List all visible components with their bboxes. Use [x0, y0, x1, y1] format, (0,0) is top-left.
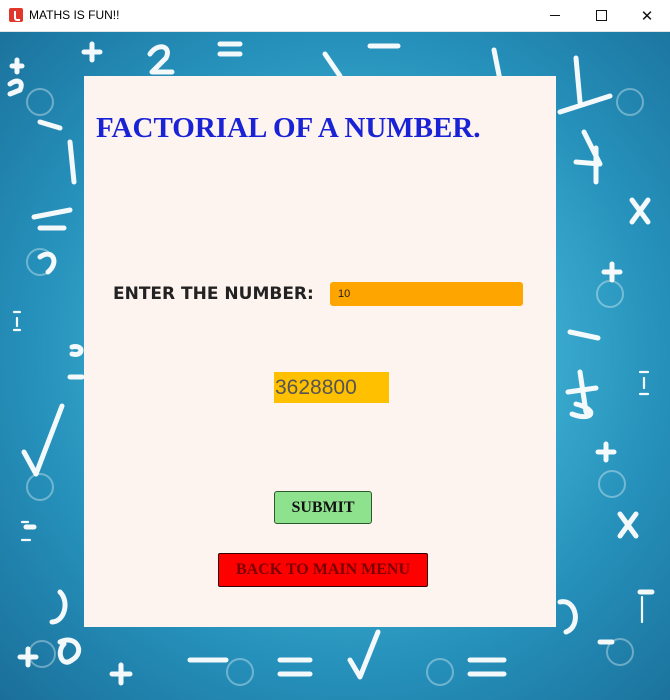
minimize-button[interactable] — [532, 0, 578, 31]
window-title: MATHS IS FUN!! — [29, 8, 120, 22]
number-label: ENTER THE NUMBER: — [113, 284, 314, 304]
content-panel — [84, 76, 556, 627]
number-input[interactable] — [330, 282, 523, 306]
submit-button[interactable]: SUBMIT — [274, 491, 372, 524]
page-title: FACTORIAL OF A NUMBER. — [96, 112, 481, 144]
title-bar: MATHS IS FUN!! ✕ — [0, 0, 670, 32]
back-to-main-menu-button[interactable]: BACK TO MAIN MENU — [218, 553, 428, 587]
maximize-button[interactable] — [578, 0, 624, 31]
close-icon: ✕ — [640, 6, 654, 25]
close-button[interactable]: ✕ — [624, 0, 670, 31]
factorial-result: 3628800 — [274, 372, 389, 403]
java-cup-icon — [9, 8, 23, 22]
minimize-icon — [550, 15, 560, 16]
maximize-icon — [595, 10, 607, 21]
